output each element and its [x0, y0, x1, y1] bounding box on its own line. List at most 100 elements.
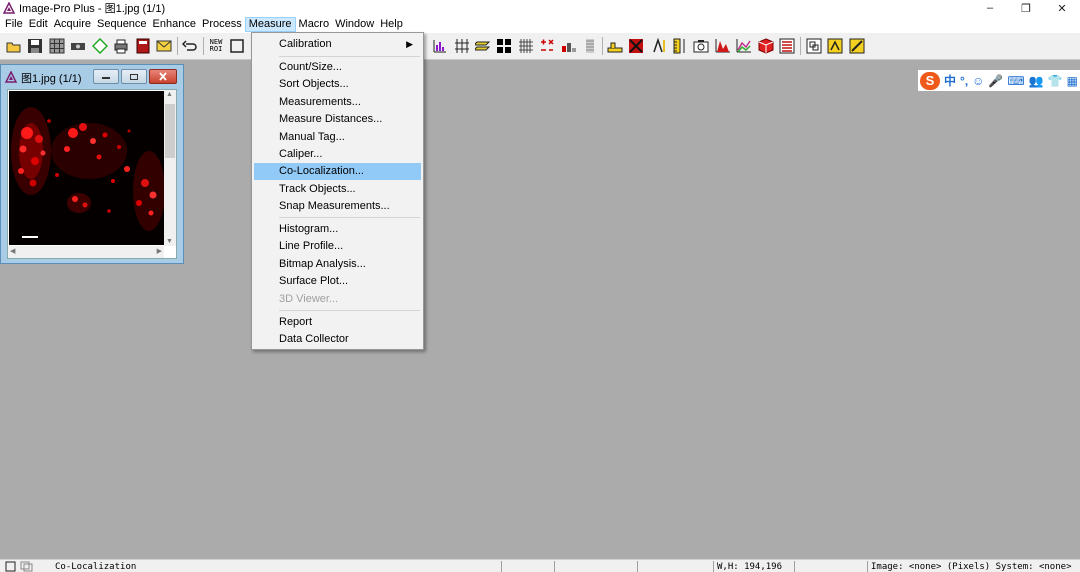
ime-punctuation-icon[interactable]: °,: [960, 74, 968, 88]
menu-measure[interactable]: Measure: [244, 17, 296, 32]
image-window-minimize-button[interactable]: [93, 69, 119, 84]
quad-grid-icon[interactable]: [496, 38, 512, 54]
macro-edit-icon[interactable]: [849, 38, 865, 54]
title-bar: Image-Pro Plus - 图1.jpg (1/1) – ❐ ✕: [0, 0, 1080, 16]
cube-3d-icon[interactable]: [758, 38, 774, 54]
macro-run-icon[interactable]: [806, 38, 822, 54]
menu-item-snap-measurements[interactable]: Snap Measurements...: [254, 198, 421, 215]
menu-item-measure-distances[interactable]: Measure Distances...: [254, 111, 421, 128]
menu-help[interactable]: Help: [377, 17, 406, 32]
ime-logo-icon[interactable]: S: [920, 71, 940, 90]
gradient-icon[interactable]: [582, 38, 598, 54]
menu-enhance[interactable]: Enhance: [150, 17, 199, 32]
ime-skin-icon[interactable]: 👕: [1048, 74, 1063, 88]
app-logo-icon: [3, 2, 15, 14]
close-button[interactable]: ✕: [1044, 0, 1080, 16]
macro-record-icon[interactable]: [827, 38, 843, 54]
image-window-close-button[interactable]: [149, 69, 177, 84]
rectangle-roi-icon[interactable]: [229, 38, 245, 54]
red-pattern-icon[interactable]: [628, 38, 644, 54]
status-cell-4: [794, 561, 866, 572]
menu-macro[interactable]: Macro: [296, 17, 333, 32]
menu-bar: File Edit Acquire Sequence Enhance Proce…: [0, 16, 1080, 33]
minimize-button[interactable]: –: [972, 0, 1008, 16]
camera-icon[interactable]: [70, 38, 86, 54]
menu-item-measurements[interactable]: Measurements...: [254, 94, 421, 111]
window-title: Image-Pro Plus - 图1.jpg (1/1): [19, 3, 166, 15]
menu-item-calibration[interactable]: Calibration ▶: [254, 36, 421, 53]
status-cell-1: [501, 561, 553, 572]
block-chart-icon[interactable]: [561, 38, 577, 54]
save-icon[interactable]: [27, 38, 43, 54]
ruler-icon[interactable]: [672, 38, 688, 54]
menu-item-line-profile[interactable]: Line Profile...: [254, 238, 421, 255]
image-window-title: 图1.jpg (1/1): [21, 73, 82, 85]
menu-item-histogram[interactable]: Histogram...: [254, 221, 421, 238]
status-message: Co-Localization: [55, 562, 137, 572]
image-window[interactable]: 图1.jpg (1/1) ▲ ▼ ◀ ▶: [0, 64, 184, 264]
ime-voice-icon[interactable]: 🎤: [988, 74, 1003, 88]
menu-item-report[interactable]: Report: [254, 314, 421, 331]
grid-icon[interactable]: [49, 38, 65, 54]
new-roi-button[interactable]: NEW ROI: [208, 38, 224, 54]
status-cell-2: [554, 561, 636, 572]
menu-item-surface-plot[interactable]: Surface Plot...: [254, 273, 421, 290]
layers-icon[interactable]: [475, 38, 491, 54]
measure-menu: Calibration ▶ Count/Size... Sort Objects…: [251, 32, 424, 350]
open-folder-icon[interactable]: [6, 38, 22, 54]
surface-plot-icon[interactable]: [736, 38, 752, 54]
menu-item-3d-viewer: 3D Viewer...: [279, 293, 339, 305]
menu-acquire[interactable]: Acquire: [51, 17, 94, 32]
menu-item-count-size[interactable]: Count/Size...: [254, 59, 421, 76]
fluorescence-image[interactable]: [9, 91, 164, 245]
report-icon[interactable]: [779, 38, 795, 54]
ime-toolbox-icon[interactable]: ▦: [1067, 74, 1078, 88]
menu-item-label: Calibration: [279, 38, 332, 50]
menu-item-data-collector[interactable]: Data Collector: [254, 331, 421, 348]
menu-sequence[interactable]: Sequence: [94, 17, 150, 32]
menu-process[interactable]: Process: [199, 17, 245, 32]
menu-item-bitmap-analysis[interactable]: Bitmap Analysis...: [254, 256, 421, 273]
ime-emoji-icon[interactable]: ☺: [972, 74, 984, 88]
dimension-icon[interactable]: [650, 38, 666, 54]
image-window-client: ▲ ▼ ◀ ▶: [7, 89, 177, 259]
snapshot-camera-icon[interactable]: [693, 38, 709, 54]
menu-item-manual-tag[interactable]: Manual Tag...: [254, 129, 421, 146]
ime-users-icon[interactable]: 👥: [1029, 74, 1044, 88]
menu-item-co-localization[interactable]: Co-Localization...: [254, 163, 421, 180]
submenu-arrow-icon: ▶: [406, 39, 413, 49]
menu-item-track-objects[interactable]: Track Objects...: [254, 181, 421, 198]
yellow-tool-icon[interactable]: [607, 38, 623, 54]
restore-button[interactable]: ❐: [1008, 0, 1044, 16]
menu-window[interactable]: Window: [332, 17, 377, 32]
status-image-info: Image: <none> (Pixels) System: <none>: [867, 561, 1080, 572]
menu-item-sort-objects[interactable]: Sort Objects...: [254, 76, 421, 93]
image-window-maximize-button[interactable]: [121, 69, 147, 84]
status-window-icon[interactable]: [20, 561, 34, 572]
diamond-icon[interactable]: [92, 38, 108, 54]
math-ops-icon[interactable]: [539, 38, 555, 54]
status-cell-3: [637, 561, 712, 572]
image-window-titlebar[interactable]: 图1.jpg (1/1): [4, 69, 82, 87]
print-icon[interactable]: [113, 38, 129, 54]
undo-icon[interactable]: [182, 38, 198, 54]
image-window-icon: [4, 69, 18, 86]
line-profile-icon[interactable]: [454, 38, 470, 54]
ime-toolbar: S 中 °, ☺ 🎤 ⌨ 👥 👕 ▦: [918, 70, 1080, 91]
image-horizontal-scrollbar[interactable]: ◀ ▶: [8, 246, 164, 258]
ime-keyboard-icon[interactable]: ⌨: [1007, 74, 1024, 88]
toolbar: NEW ROI: [0, 33, 1080, 60]
image-vertical-scroll-thumb[interactable]: [165, 104, 175, 158]
menu-edit[interactable]: Edit: [26, 17, 51, 32]
status-select-icon[interactable]: [5, 561, 17, 572]
histogram-tool-icon[interactable]: [432, 38, 448, 54]
menu-item-caliper[interactable]: Caliper...: [254, 146, 421, 163]
ime-chinese-toggle[interactable]: 中: [944, 72, 956, 89]
mail-icon[interactable]: [156, 38, 172, 54]
image-vertical-scrollbar[interactable]: ▲ ▼: [164, 90, 176, 246]
status-bar: Co-Localization W,H: 194,196 Image: <non…: [0, 559, 1080, 572]
book-icon[interactable]: [135, 38, 151, 54]
mesh-icon[interactable]: [518, 38, 534, 54]
menu-file[interactable]: File: [2, 17, 26, 32]
red-chart-icon[interactable]: [715, 38, 731, 54]
